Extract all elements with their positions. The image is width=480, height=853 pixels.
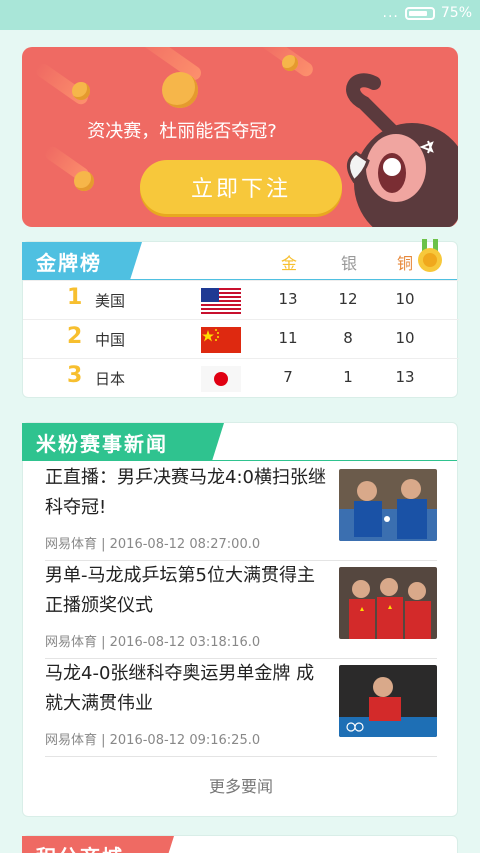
promo-banner[interactable]: 资决赛，杜丽能否夺冠? 立即下注 [22, 47, 458, 227]
medal-row[interactable]: 1 美国 13 12 10 [23, 280, 459, 319]
gold-count: 11 [278, 329, 298, 347]
news-item[interactable]: 男单-马龙成乒坛第5位大满贯得主 正播颁奖仪式 网易体育 | 2016-08-1… [45, 561, 437, 659]
news-title: 男单-马龙成乒坛第5位大满贯得主 正播颁奖仪式 [45, 565, 315, 616]
rank-number: 3 [67, 363, 83, 388]
bronze-count: 13 [395, 368, 415, 386]
medal-table: 金牌榜 金 银 铜 1 美国 13 12 10 2 中国 11 8 10 3 日… [22, 239, 459, 398]
coin-icon [282, 55, 298, 71]
rank-number: 2 [67, 324, 83, 349]
news-panel-title: 米粉赛事新闻 [22, 423, 224, 461]
divider [211, 460, 457, 461]
coin-icon [74, 171, 94, 191]
status-indicators: ... 75% [383, 5, 472, 21]
bronze-header: 铜 [397, 254, 414, 273]
news-title: 正直播：男乒决赛马龙4:0横扫张继科夺冠! [45, 467, 326, 518]
news-thumbnail [339, 665, 437, 737]
signal-dots-icon: ... [382, 5, 399, 21]
coin-icon [162, 72, 198, 108]
medal-icon [418, 239, 442, 272]
medal-row[interactable]: 3 日本 7 1 13 [23, 358, 459, 397]
news-panel: 米粉赛事新闻 正直播：男乒决赛马龙4:0横扫张继科夺冠! 网易体育 | 2016… [22, 422, 458, 817]
country-name: 中国 [95, 331, 126, 349]
china-flag-icon [201, 327, 241, 353]
gold-count: 7 [283, 368, 293, 386]
silver-header: 银 [341, 254, 358, 273]
shop-panel: 积分商城 [22, 835, 458, 853]
silver-count: 1 [343, 368, 353, 386]
news-title: 马龙4-0张继科夺奥运男单金牌 成就大满贯伟业 [45, 663, 315, 714]
bronze-count: 10 [395, 329, 415, 347]
medal-table-header: 金 银 铜 [129, 239, 457, 280]
news-meta: 网易体育 | 2016-08-12 08:27:00.0 [45, 537, 261, 552]
silver-count: 8 [343, 329, 353, 347]
medal-row[interactable]: 2 中国 11 8 10 [23, 319, 459, 358]
silver-count: 12 [338, 290, 358, 308]
country-name: 日本 [95, 370, 126, 388]
usa-flag-icon [201, 288, 241, 314]
news-meta: 网易体育 | 2016-08-12 09:16:25.0 [45, 733, 261, 748]
shop-panel-title: 积分商城 [22, 836, 174, 853]
news-meta: 网易体育 | 2016-08-12 03:18:16.0 [45, 635, 261, 650]
japan-flag-icon [201, 366, 241, 392]
mascot-icon [346, 73, 458, 227]
bronze-count: 10 [395, 290, 415, 308]
bet-now-button[interactable]: 立即下注 [140, 160, 342, 214]
coin-icon [72, 82, 90, 100]
battery-icon [404, 6, 435, 20]
rank-number: 1 [67, 285, 83, 310]
news-item[interactable]: 马龙4-0张继科夺奥运男单金牌 成就大满贯伟业 网易体育 | 2016-08-1… [45, 659, 437, 757]
country-name: 美国 [95, 292, 126, 310]
status-bar: ... 75% [0, 0, 480, 30]
news-thumbnail [339, 469, 437, 541]
battery-percent: 75% [440, 5, 472, 21]
banner-question: 资决赛，杜丽能否夺冠? [87, 121, 277, 142]
news-item[interactable]: 正直播：男乒决赛马龙4:0横扫张继科夺冠! 网易体育 | 2016-08-12 … [45, 463, 437, 561]
gold-count: 13 [278, 290, 298, 308]
page-content: 资决赛，杜丽能否夺冠? 立即下注 金牌榜 金 银 铜 1 美国 13 12 10… [0, 30, 480, 853]
medal-table-title: 金牌榜 [22, 242, 142, 280]
more-news-link[interactable]: 更多要闻 [23, 773, 459, 797]
gold-header: 金 [281, 254, 298, 273]
news-thumbnail [339, 567, 437, 639]
